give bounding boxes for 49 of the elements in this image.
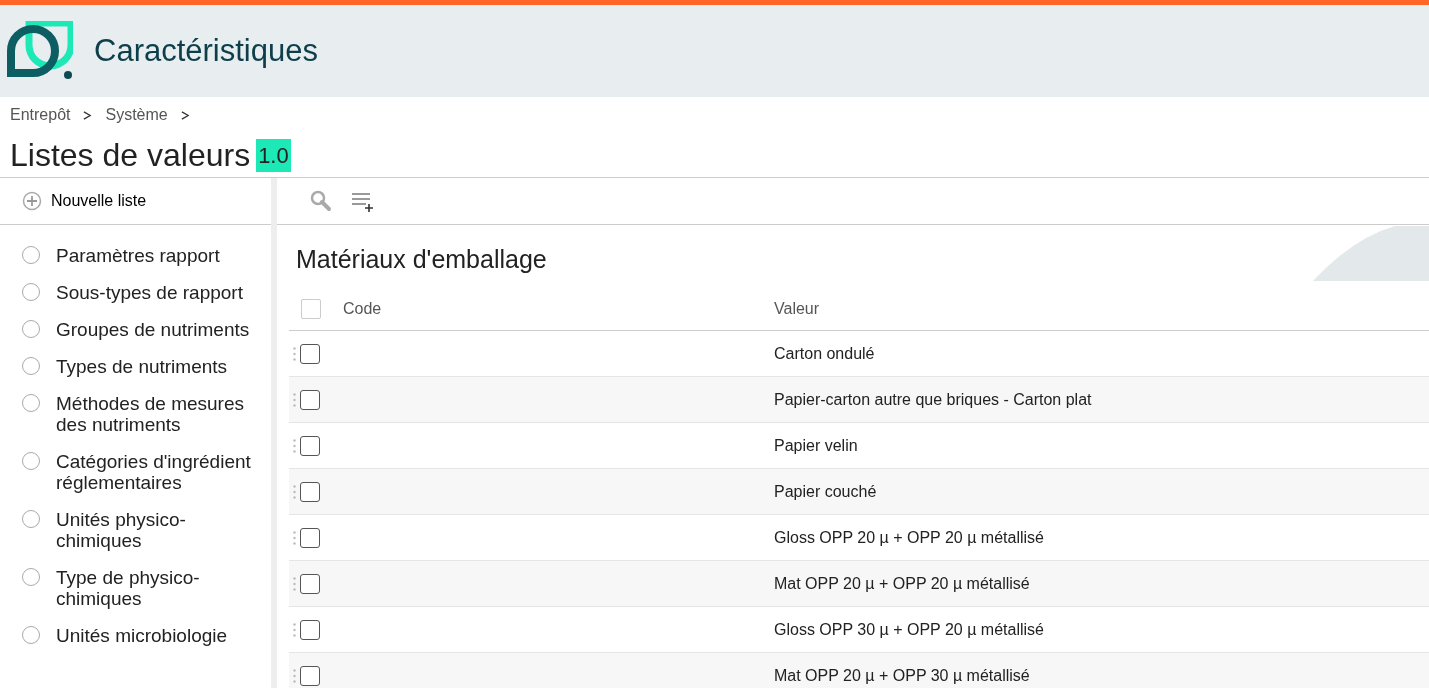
drag-handle-icon[interactable] bbox=[293, 668, 296, 683]
plus-circle-icon bbox=[22, 191, 42, 211]
value-cell-text: Gloss OPP 20 µ + OPP 20 µ métallisé bbox=[774, 527, 1044, 548]
drag-handle-icon[interactable] bbox=[293, 622, 296, 637]
breadcrumb-link[interactable]: Système bbox=[105, 103, 168, 127]
select-all-checkbox[interactable] bbox=[301, 299, 321, 319]
sidebar-item[interactable]: Unités physico-chimiques bbox=[0, 501, 271, 559]
drag-handle-icon[interactable] bbox=[293, 346, 296, 361]
row-checkbox[interactable] bbox=[300, 481, 320, 502]
drag-handle-icon[interactable] bbox=[293, 530, 296, 545]
value-cell-text: Mat OPP 20 µ + OPP 30 µ métallisé bbox=[774, 665, 1030, 686]
value-cell-text: Gloss OPP 30 µ + OPP 20 µ métallisé bbox=[774, 619, 1044, 640]
new-list-button[interactable]: Nouvelle liste bbox=[22, 189, 147, 213]
value-cell-text: Papier-carton autre que briques - Carton plat bbox=[774, 389, 1092, 410]
value-cell-text: Mat OPP 20 µ + OPP 20 µ métallisé bbox=[774, 573, 1030, 594]
chevron-icon bbox=[180, 110, 190, 120]
row-checkbox[interactable] bbox=[300, 343, 320, 364]
drag-handle-icon[interactable] bbox=[293, 576, 296, 591]
logo-icon bbox=[7, 21, 73, 81]
sidebar-item[interactable]: Groupes de nutriments bbox=[0, 311, 271, 348]
row-checkbox[interactable] bbox=[300, 665, 320, 686]
sidebar-item[interactable]: Type de physico-chimiques bbox=[0, 559, 271, 617]
drag-handle-icon[interactable] bbox=[293, 392, 296, 407]
drag-handle-icon[interactable] bbox=[293, 438, 296, 453]
sidebar-item[interactable]: Catégories d'ingrédient réglementaires bbox=[0, 443, 271, 501]
value-cell-text: Papier couché bbox=[774, 481, 877, 502]
version-badge: 1.0 bbox=[256, 138, 291, 172]
value-cell-text: Carton ondulé bbox=[774, 343, 875, 364]
row-checkbox[interactable] bbox=[300, 619, 320, 640]
sidebar-item[interactable]: Types de nutriments bbox=[0, 348, 271, 385]
chevron-icon bbox=[83, 110, 93, 120]
list-title: Matériaux d'emballage bbox=[296, 244, 547, 275]
sidebar-item[interactable]: Unités microbiologie bbox=[0, 617, 271, 654]
row-checkbox[interactable] bbox=[300, 527, 320, 548]
column-header: Code bbox=[343, 299, 382, 319]
row-checkbox[interactable] bbox=[300, 435, 320, 456]
drag-handle-icon[interactable] bbox=[293, 484, 296, 499]
value-cell-text: Papier velin bbox=[774, 435, 858, 456]
add-row-button[interactable] bbox=[350, 190, 374, 212]
breadcrumb-link[interactable]: Entrepôt bbox=[10, 103, 71, 127]
sidebar-item[interactable]: Paramètres rapport bbox=[0, 237, 271, 274]
column-header: Valeur bbox=[774, 299, 820, 319]
row-checkbox[interactable] bbox=[300, 389, 320, 410]
sidebar-item[interactable]: Méthodes de mesures des nutriments bbox=[0, 385, 271, 443]
app-title: Caractéristiques bbox=[94, 31, 318, 70]
page-title: Listes de valeurs bbox=[10, 136, 251, 175]
sidebar-item[interactable]: Sous-types de rapport bbox=[0, 274, 271, 311]
row-checkbox[interactable] bbox=[300, 573, 320, 594]
search-button[interactable] bbox=[310, 190, 332, 212]
